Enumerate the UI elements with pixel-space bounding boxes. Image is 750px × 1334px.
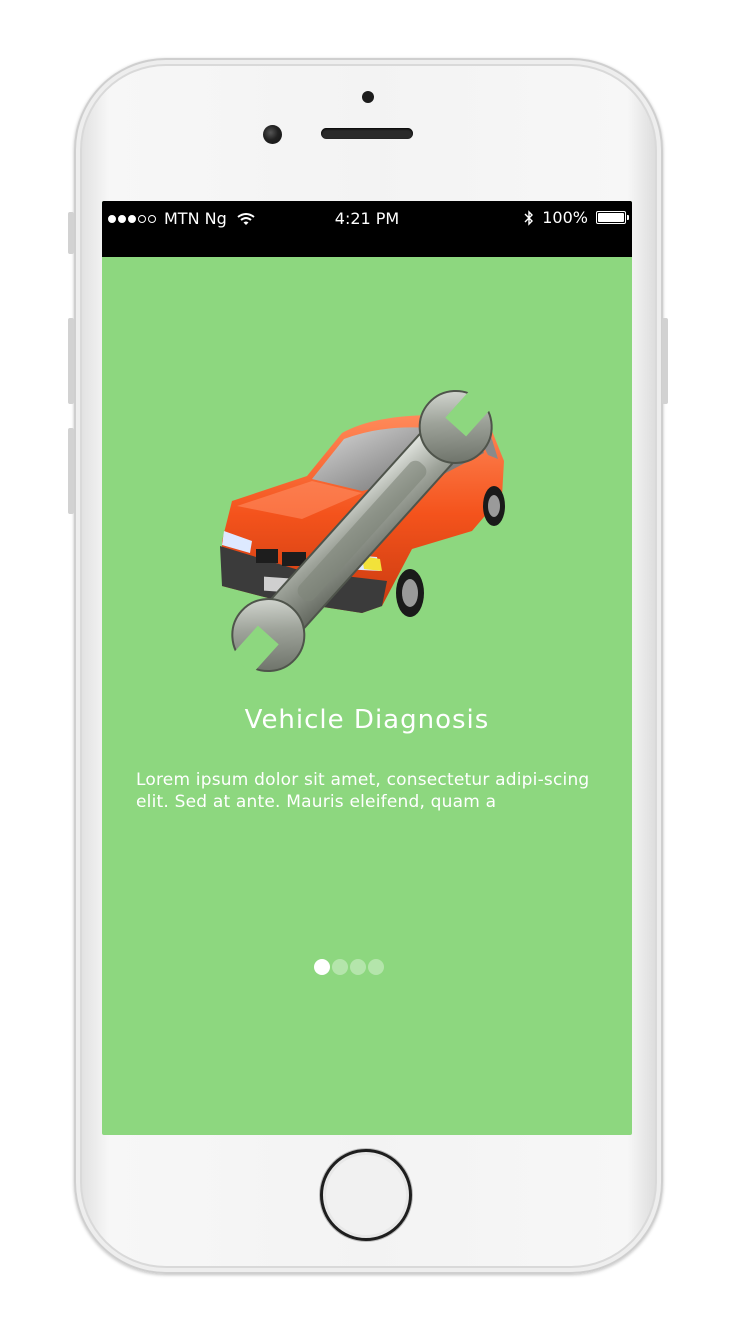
status-bar: MTN Ng 4:21 PM 100% <box>102 201 632 257</box>
power-button <box>662 318 668 404</box>
screen: MTN Ng 4:21 PM 100% Vehicle Diagnosis Lo… <box>102 201 632 1135</box>
onboarding-title: Vehicle Diagnosis <box>244 705 490 735</box>
front-camera <box>263 125 282 144</box>
onboarding-description: Lorem ipsum dolor sit amet, consectetur … <box>136 770 590 812</box>
page-indicator[interactable] <box>314 959 384 975</box>
battery-percent: 100% <box>542 208 588 227</box>
battery-icon <box>596 211 629 224</box>
earpiece-speaker <box>321 128 413 139</box>
bluetooth-icon <box>524 209 534 226</box>
status-right: 100% <box>524 208 629 227</box>
volume-down-button <box>68 428 74 514</box>
home-button[interactable] <box>320 1149 412 1241</box>
volume-up-button <box>68 318 74 404</box>
page-dot[interactable] <box>368 959 384 975</box>
page-dot[interactable] <box>332 959 348 975</box>
car-wrench-icon <box>220 387 505 675</box>
page-dot[interactable] <box>350 959 366 975</box>
mute-switch <box>68 212 74 254</box>
page-dot[interactable] <box>314 959 330 975</box>
proximity-sensor <box>362 91 374 103</box>
